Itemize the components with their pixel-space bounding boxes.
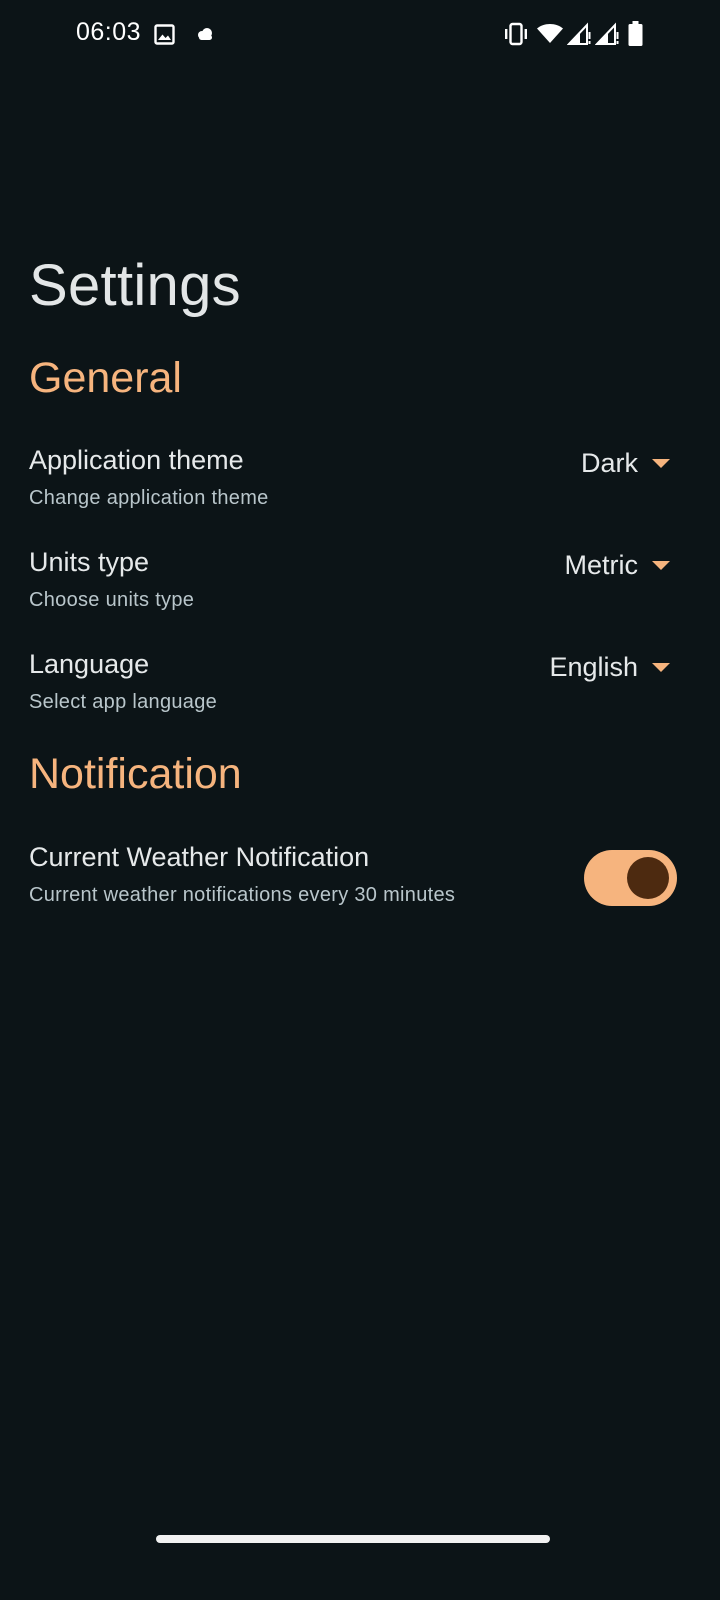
home-indicator[interactable] bbox=[156, 1535, 550, 1543]
setting-description: Choose units type bbox=[29, 589, 195, 611]
setting-application-theme[interactable]: Application theme Change application the… bbox=[0, 445, 720, 535]
page-title: Settings bbox=[29, 253, 241, 318]
setting-language[interactable]: Language Select app language English bbox=[0, 649, 720, 739]
section-title-general: General bbox=[29, 354, 182, 402]
setting-label: Language bbox=[29, 649, 150, 679]
units-dropdown[interactable]: Metric bbox=[564, 547, 670, 583]
vibrate-icon bbox=[505, 22, 527, 46]
dropdown-value: Dark bbox=[580, 447, 638, 478]
wifi-icon bbox=[537, 24, 563, 43]
setting-label: Units type bbox=[29, 547, 150, 577]
setting-current-weather-notification[interactable]: Current Weather Notification Current wea… bbox=[0, 842, 720, 932]
setting-label: Application theme bbox=[29, 445, 244, 475]
setting-description: Current weather notifications every 30 m… bbox=[29, 884, 456, 906]
section-title-notification: Notification bbox=[29, 750, 242, 798]
dropdown-value: Metric bbox=[564, 549, 639, 580]
status-bar: 06:03 bbox=[0, 0, 720, 70]
status-time: 06:03 bbox=[76, 18, 142, 46]
dropdown-value: English bbox=[549, 651, 638, 682]
signal-icon bbox=[567, 22, 591, 45]
signal-icon bbox=[595, 22, 619, 45]
setting-label: Current Weather Notification bbox=[29, 842, 370, 872]
cloud-icon bbox=[198, 28, 212, 40]
dropdown-arrow-icon bbox=[652, 560, 670, 570]
dropdown-arrow-icon bbox=[652, 458, 670, 468]
setting-description: Change application theme bbox=[29, 487, 269, 509]
notification-toggle[interactable] bbox=[584, 850, 677, 906]
toggle-knob bbox=[627, 857, 669, 899]
language-dropdown[interactable]: English bbox=[549, 649, 670, 685]
setting-description: Select app language bbox=[29, 691, 218, 713]
image-icon bbox=[154, 24, 175, 45]
setting-units-type[interactable]: Units type Choose units type Metric bbox=[0, 547, 720, 637]
dropdown-arrow-icon bbox=[652, 662, 670, 672]
battery-icon bbox=[628, 21, 643, 46]
theme-dropdown[interactable]: Dark bbox=[581, 445, 670, 481]
